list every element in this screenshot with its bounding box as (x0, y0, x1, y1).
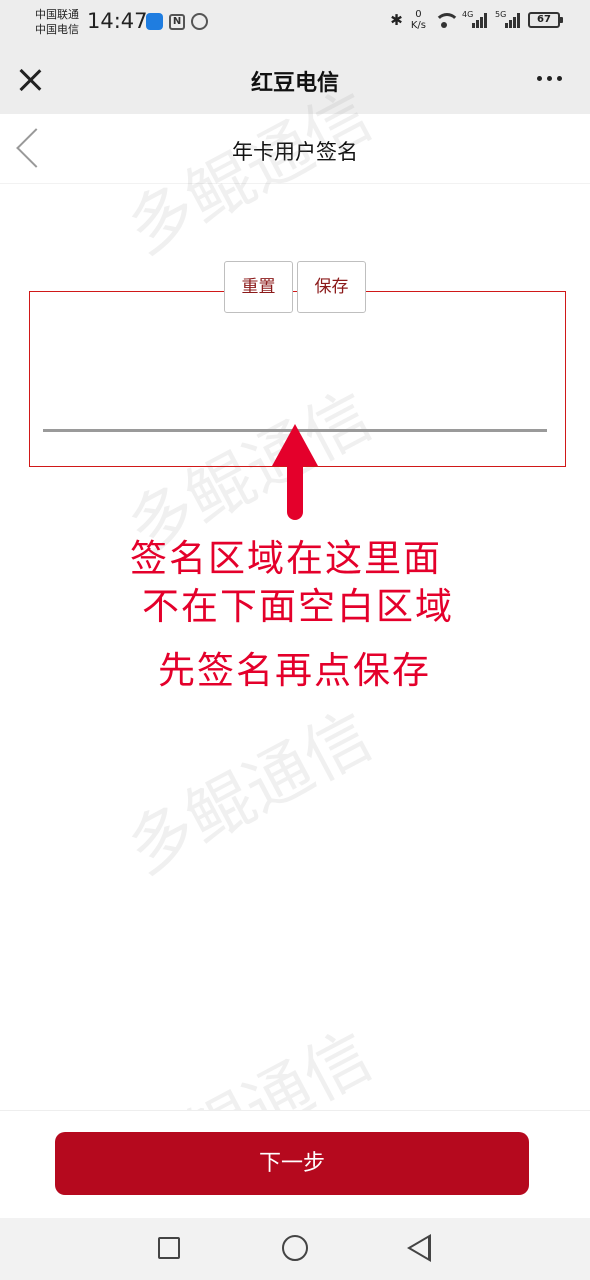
alarm-icon (191, 13, 208, 30)
signal-2-label: 5G (495, 10, 507, 19)
nfc-icon: N (169, 13, 185, 30)
annotation-line-1: 签名区域在这里面 (130, 537, 442, 580)
carrier-2: 中国电信 (35, 23, 79, 36)
annotation-line-3: 先签名再点保存 (158, 649, 431, 692)
watermark: 多鲲通信 (114, 696, 385, 889)
signal-4g-icon: 4G (462, 10, 487, 28)
signal-1-label: 4G (462, 10, 474, 19)
notification-icons: N (146, 13, 208, 30)
next-step-button[interactable]: 下一步 (55, 1132, 529, 1195)
carrier-1: 中国联通 (35, 8, 79, 21)
more-options-icon[interactable] (537, 76, 562, 81)
home-icon[interactable] (282, 1235, 308, 1261)
carrier-info: 中国联通 中国电信 (35, 7, 79, 37)
status-icons: ✱ 0 K/s 4G 5G 67 (390, 9, 563, 31)
wifi-icon (434, 13, 460, 28)
reset-button[interactable]: 重置 (224, 261, 293, 313)
page-header: 年卡用户签名 (0, 114, 590, 184)
network-speed-unit: K/s (410, 20, 426, 31)
battery-icon: 67 (528, 12, 563, 28)
annotation-line-2: 不在下面空白区域 (142, 585, 454, 628)
app-notification-icon (146, 13, 163, 30)
app-bar: 红豆电信 (0, 46, 590, 114)
status-bar: 中国联通 中国电信 14:47 N ✱ 0 K/s 4G 5G 67 (0, 0, 590, 46)
status-time: 14:47 (87, 9, 148, 33)
network-speed: 0 K/s (411, 9, 426, 31)
signal-5g-icon: 5G (495, 10, 520, 28)
app-title: 红豆电信 (250, 71, 339, 96)
bluetooth-icon: ✱ (390, 11, 403, 29)
save-button[interactable]: 保存 (297, 261, 366, 313)
back-icon[interactable] (407, 1234, 431, 1262)
page-title: 年卡用户签名 (232, 140, 358, 164)
annotation-arrow-shaft (287, 460, 303, 520)
network-speed-value: 0 (415, 9, 422, 20)
recent-apps-icon[interactable] (158, 1237, 180, 1259)
